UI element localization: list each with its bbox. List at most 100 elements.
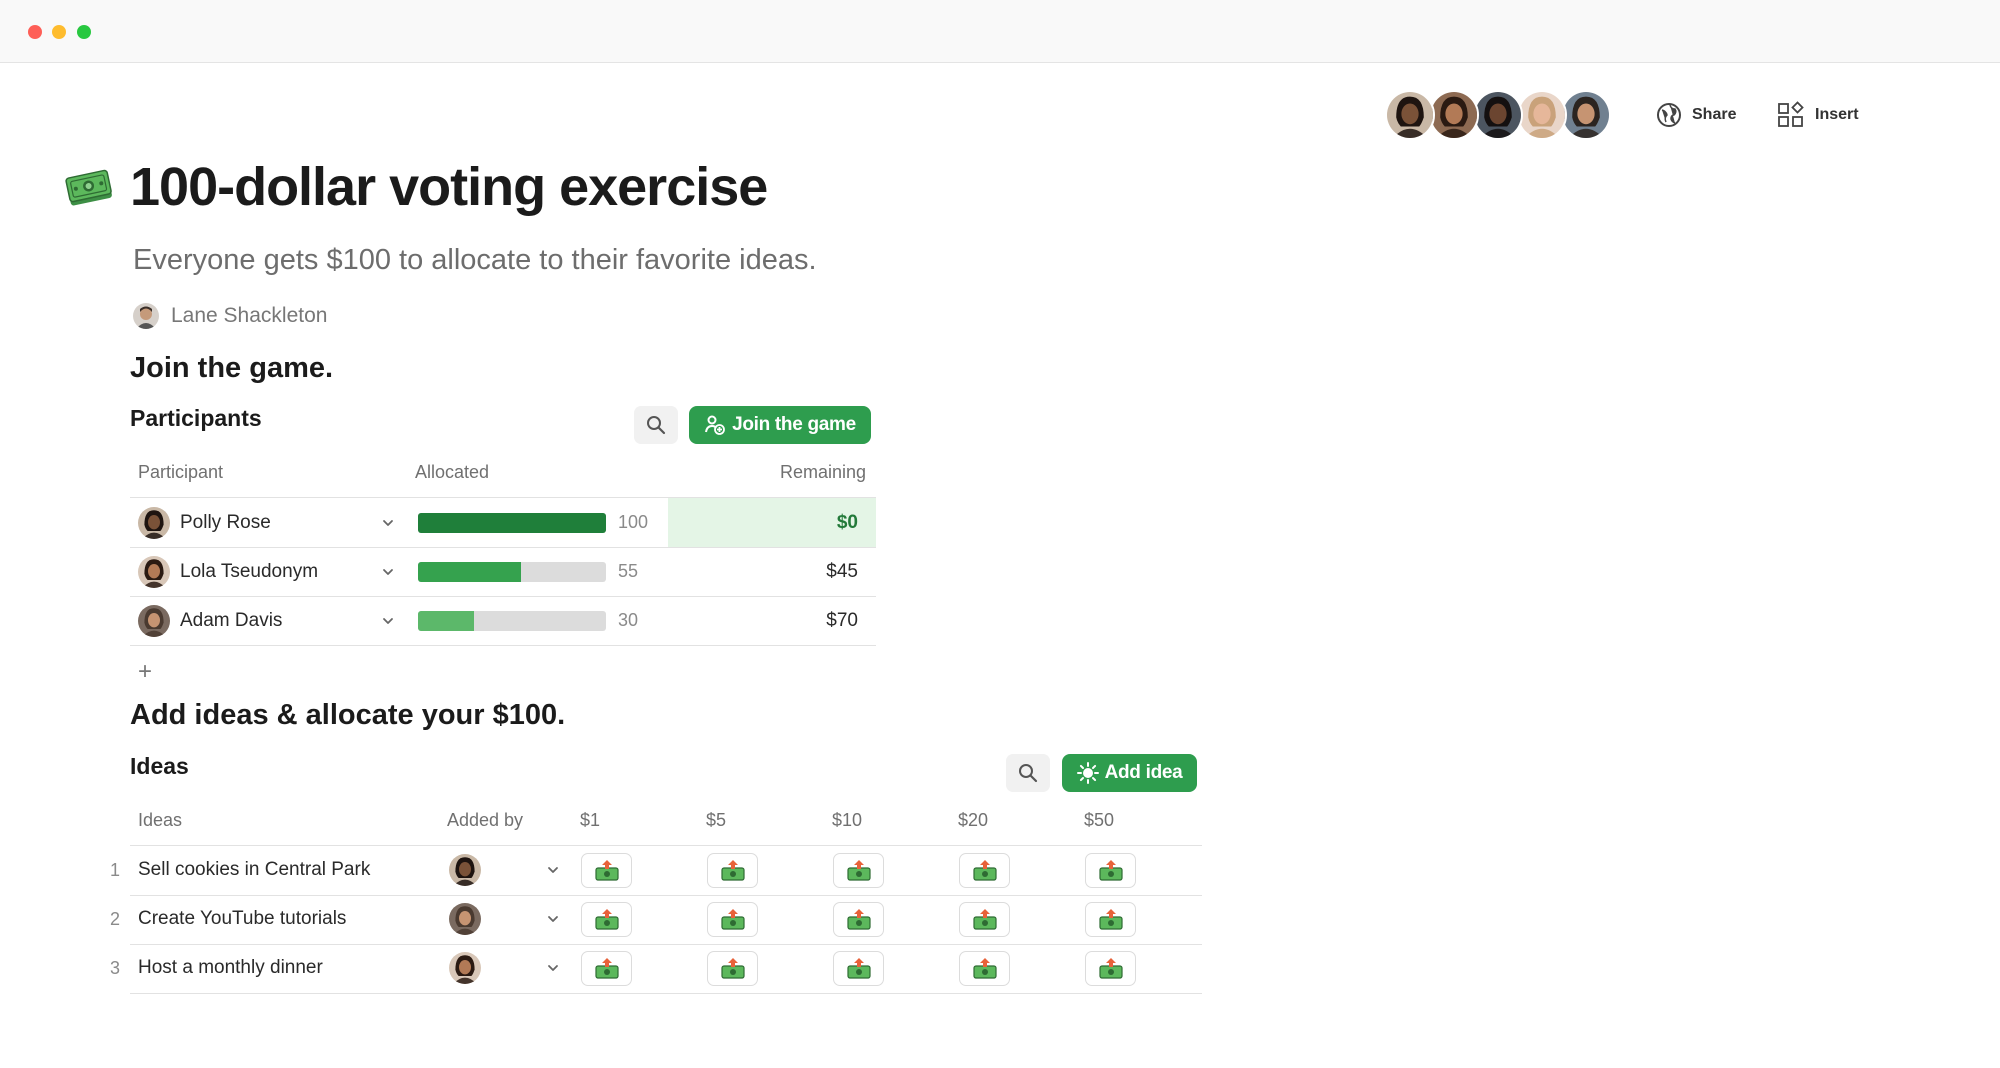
idea-text[interactable]: Host a monthly dinner	[138, 957, 323, 979]
participant-row[interactable]: Adam Davis 30 $70	[130, 596, 876, 645]
share-button[interactable]: Share	[1656, 98, 1736, 132]
insert-blocks-icon	[1778, 101, 1804, 127]
money-icon	[64, 166, 114, 210]
participant-cell[interactable]: Lola Tseudonym	[138, 547, 318, 596]
vote-money-icon	[720, 957, 745, 979]
collaborator-avatar[interactable]	[1561, 90, 1611, 140]
avatar	[138, 555, 170, 588]
remaining-value: $0	[668, 498, 876, 547]
ideas-table-title: Ideas	[130, 753, 189, 779]
column-header-10-dollar[interactable]: $10	[832, 810, 862, 831]
row-index: 2	[109, 909, 120, 929]
column-header-remaining[interactable]: Remaining	[760, 462, 866, 483]
page-subtitle: Everyone gets $100 to allocate to their …	[133, 244, 817, 276]
add-participant-row-button[interactable]: +	[138, 658, 152, 686]
participants-search-button[interactable]	[634, 406, 678, 444]
chevron-down-icon	[548, 965, 558, 971]
vote-button-1-dollar[interactable]	[581, 902, 632, 937]
vote-button-20-dollar[interactable]	[959, 951, 1010, 986]
close-window-button[interactable]	[28, 25, 42, 39]
participant-row[interactable]: Lola Tseudonym 55 $45	[130, 547, 876, 596]
vote-money-icon	[594, 908, 619, 930]
allocated-bar-fill	[418, 611, 475, 631]
participant-cell[interactable]: Polly Rose	[138, 498, 271, 547]
participant-dropdown[interactable]	[378, 513, 398, 533]
vote-button-10-dollar[interactable]	[833, 853, 884, 888]
vote-money-icon	[1098, 859, 1123, 881]
minimize-window-button[interactable]	[52, 25, 66, 39]
column-header-5-dollar[interactable]: $5	[706, 810, 726, 831]
vote-button-1-dollar[interactable]	[581, 951, 632, 986]
ideas-heading: Add ideas & allocate your $100.	[130, 699, 566, 731]
idea-text[interactable]: Create YouTube tutorials	[138, 908, 346, 930]
vote-button-20-dollar[interactable]	[959, 853, 1010, 888]
vote-button-20-dollar[interactable]	[959, 902, 1010, 937]
row-divider	[130, 645, 876, 646]
row-index: 3	[109, 958, 120, 978]
idea-row[interactable]: 1 Sell cookies in Central Park	[0, 846, 1202, 895]
collaborator-avatar[interactable]	[1473, 90, 1523, 140]
column-header-20-dollar[interactable]: $20	[958, 810, 988, 831]
allocated-value: 100	[618, 512, 649, 532]
vote-button-5-dollar[interactable]	[707, 902, 758, 937]
row-divider	[130, 993, 1202, 994]
maximize-window-button[interactable]	[77, 25, 91, 39]
vote-button-50-dollar[interactable]	[1085, 853, 1136, 888]
vote-money-icon	[1098, 957, 1123, 979]
vote-money-icon	[846, 859, 871, 881]
vote-button-50-dollar[interactable]	[1085, 902, 1136, 937]
idea-row[interactable]: 2 Create YouTube tutorials	[0, 895, 1202, 944]
column-header-50-dollar[interactable]: $50	[1084, 810, 1114, 831]
vote-button-50-dollar[interactable]	[1085, 951, 1136, 986]
insert-button[interactable]: Insert	[1777, 98, 1859, 132]
vote-money-icon	[720, 859, 745, 881]
vote-money-icon	[972, 859, 997, 881]
collaborator-avatar[interactable]	[1429, 90, 1479, 140]
column-header-participant[interactable]: Participant	[138, 462, 223, 483]
vote-button-5-dollar[interactable]	[707, 951, 758, 986]
participant-name: Polly Rose	[180, 511, 271, 533]
search-icon	[647, 416, 666, 435]
vote-money-icon	[594, 859, 619, 881]
vote-money-icon	[594, 957, 619, 979]
vote-button-10-dollar[interactable]	[833, 951, 884, 986]
page-title: 100-dollar voting exercise	[130, 157, 768, 217]
participants-table-title: Participants	[130, 405, 262, 431]
chevron-down-icon	[548, 867, 558, 873]
author-byline[interactable]: Lane Shackleton	[133, 302, 327, 330]
add-idea-button[interactable]: Add idea	[1062, 754, 1197, 792]
ideas-search-button[interactable]	[1006, 754, 1050, 792]
participant-dropdown[interactable]	[378, 562, 398, 582]
participant-cell[interactable]: Adam Davis	[138, 596, 282, 645]
vote-button-5-dollar[interactable]	[707, 853, 758, 888]
participant-name: Adam Davis	[180, 609, 283, 631]
join-game-label: Join the game	[732, 414, 856, 435]
globe-icon	[1657, 103, 1681, 127]
vote-button-1-dollar[interactable]	[581, 853, 632, 888]
column-header-1-dollar[interactable]: $1	[580, 810, 600, 831]
column-header-added-by[interactable]: Added by	[447, 810, 523, 831]
lightbulb-icon	[1076, 762, 1099, 784]
added-by-dropdown[interactable]	[543, 860, 563, 880]
added-by-dropdown[interactable]	[543, 909, 563, 929]
collaborator-avatar[interactable]	[1385, 90, 1435, 140]
collaborator-avatars[interactable]	[1385, 90, 1615, 140]
column-header-ideas[interactable]: Ideas	[138, 810, 182, 831]
vote-money-icon	[972, 908, 997, 930]
idea-row[interactable]: 3 Host a monthly dinner	[0, 944, 1202, 993]
vote-button-10-dollar[interactable]	[833, 902, 884, 937]
window-titlebar	[0, 0, 2000, 63]
idea-text[interactable]: Sell cookies in Central Park	[138, 859, 370, 881]
added-by-dropdown[interactable]	[543, 958, 563, 978]
column-header-allocated[interactable]: Allocated	[415, 462, 489, 483]
vote-money-icon	[846, 957, 871, 979]
participant-dropdown[interactable]	[378, 611, 398, 631]
vote-money-icon	[846, 908, 871, 930]
search-icon	[1019, 764, 1038, 783]
collaborator-avatar[interactable]	[1517, 90, 1567, 140]
insert-label: Insert	[1815, 106, 1859, 123]
join-game-button[interactable]: Join the game	[689, 406, 871, 444]
avatar	[138, 506, 170, 539]
allocated-bar-fill	[418, 513, 606, 533]
participant-row[interactable]: Polly Rose 100 $0	[130, 498, 876, 547]
